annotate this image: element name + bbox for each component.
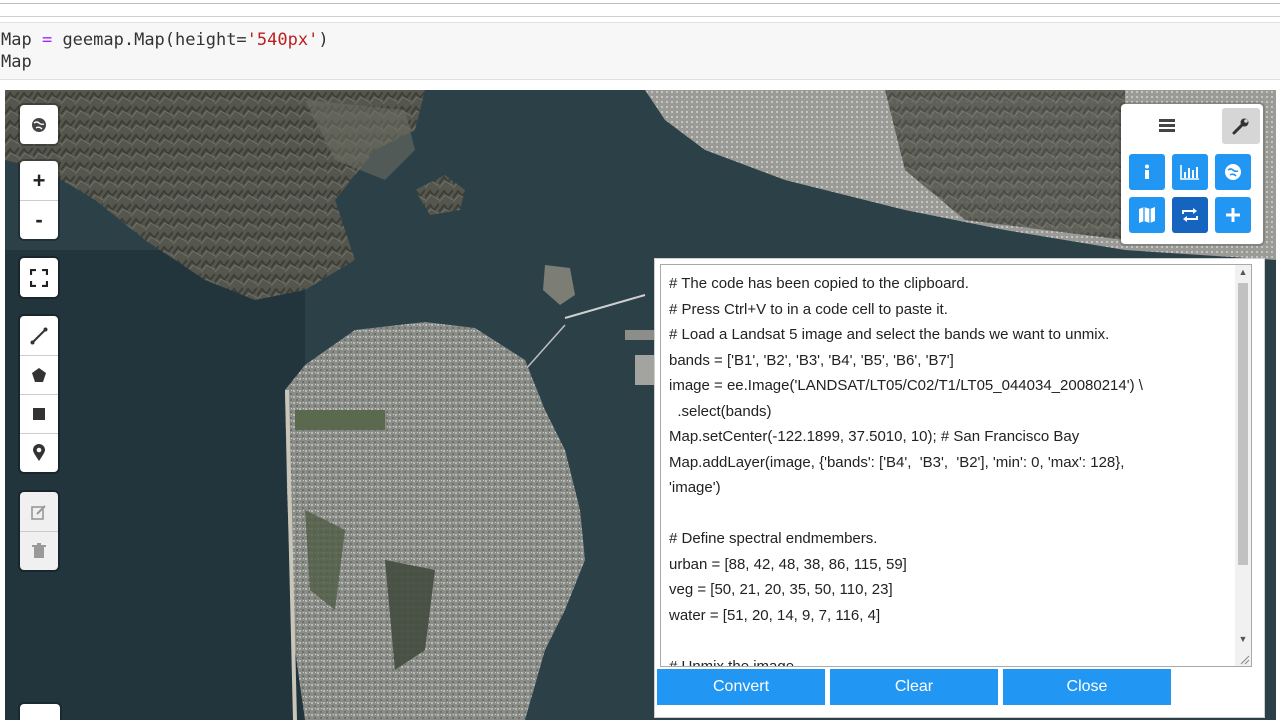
scroll-thumb[interactable] [1238,283,1248,565]
code-cell[interactable]: Map = geemap.Map(height='540px') Map [0,22,1280,80]
js-to-python-panel: # The code has been copied to the clipbo… [654,258,1265,718]
fullscreen-globe-control [20,105,58,144]
code-text-line: # Unmix the image. [669,657,799,667]
code-line: Map [1,52,32,72]
code-textarea[interactable]: # The code has been copied to the clipbo… [660,264,1252,667]
layers-tab[interactable] [1148,108,1186,144]
zoom-in-button[interactable]: + [20,161,58,200]
draw-polyline-button[interactable] [20,316,58,355]
code-line: Map = geemap.Map(height='540px') [1,30,329,50]
plotting-button[interactable] [1172,154,1208,190]
zoom-control: + - [20,161,58,239]
map-view[interactable]: + - # The code has been copied to the cl… [5,90,1276,720]
bar-chart-icon [1180,165,1199,180]
code-text-line: # Load a Landsat 5 image and select the … [669,326,1110,343]
delete-layers-button[interactable] [20,531,58,570]
info-button[interactable] [1129,154,1165,190]
code-text-line: # Press Ctrl+V to in a code cell to past… [669,300,948,318]
convert-button[interactable]: Convert [657,669,825,705]
wrench-icon [1232,118,1249,135]
map-icon [1139,207,1155,223]
fullscreen-control [20,258,58,297]
trash-icon [32,543,46,558]
code-text-line: bands = ['B1', 'B2', 'B3', 'B4', 'B5', '… [669,351,954,369]
rectangle-icon [33,408,45,420]
polyline-icon [30,327,48,344]
code-text-line: 'image') [669,479,721,496]
code-text-line: # Define spectral endmembers. [669,530,878,547]
scrollbar[interactable]: ▲ ▼ [1235,265,1251,666]
fullscreen-button[interactable] [20,258,58,297]
globe-icon [1225,164,1241,180]
code-text-line: Map.setCenter(-122.1899, 37.5010, 10); #… [669,428,1080,445]
edit-icon [31,504,46,520]
code-text-line: water = [51, 20, 14, 9, 7, 116, 4] [669,606,881,624]
clear-button[interactable]: Clear [830,669,998,705]
code-text-line [669,501,1251,527]
close-button[interactable]: Close [1003,669,1171,705]
draw-polygon-button[interactable] [20,355,58,394]
edit-toolbar [20,492,58,570]
edit-layers-button[interactable] [20,492,58,531]
code-text-line: Map.addLayer(image, {'bands': ['B4', 'B3… [669,453,1125,471]
marker-icon [33,444,45,461]
attribution-control [20,704,60,720]
more-tools-button[interactable] [1215,197,1251,233]
code-text-line: veg = [50, 21, 20, 35, 50, 110, 23] [669,581,893,598]
code-text-line: urban = [88, 42, 48, 38, 86, 115, 59] [669,555,907,573]
notebook-divider [0,16,1280,17]
notebook-divider [0,3,1280,4]
draw-rectangle-button[interactable] [20,394,58,433]
code-text-line: image = ee.Image('LANDSAT/LT05/C02/T1/LT… [669,377,1143,394]
convert-icon [1182,208,1198,222]
polygon-icon [32,368,46,382]
scroll-down-arrow-icon[interactable]: ▼ [1235,632,1251,648]
draw-marker-button[interactable] [20,433,58,472]
code-text-line [669,628,1251,654]
scroll-up-arrow-icon[interactable]: ▲ [1235,265,1251,281]
tools-tab[interactable] [1222,108,1260,144]
layers-icon [1159,119,1175,132]
globe-button[interactable] [20,105,58,144]
geemap-toolbar [1121,104,1263,244]
info-icon [1145,164,1149,179]
globe-icon [32,117,46,132]
plus-icon [1226,208,1240,222]
basemap-button[interactable] [1215,154,1251,190]
convert-js-button[interactable] [1172,197,1208,233]
fullscreen-icon [30,268,48,287]
code-panel-buttons: Convert Clear Close [657,669,1171,705]
code-text-line: # The code has been copied to the clipbo… [669,275,969,292]
map-button[interactable] [1129,197,1165,233]
code-text-line: .select(bands) [669,402,772,420]
zoom-out-button[interactable]: - [20,200,58,239]
draw-toolbar [20,316,58,472]
resize-grip-icon[interactable] [1238,653,1250,665]
